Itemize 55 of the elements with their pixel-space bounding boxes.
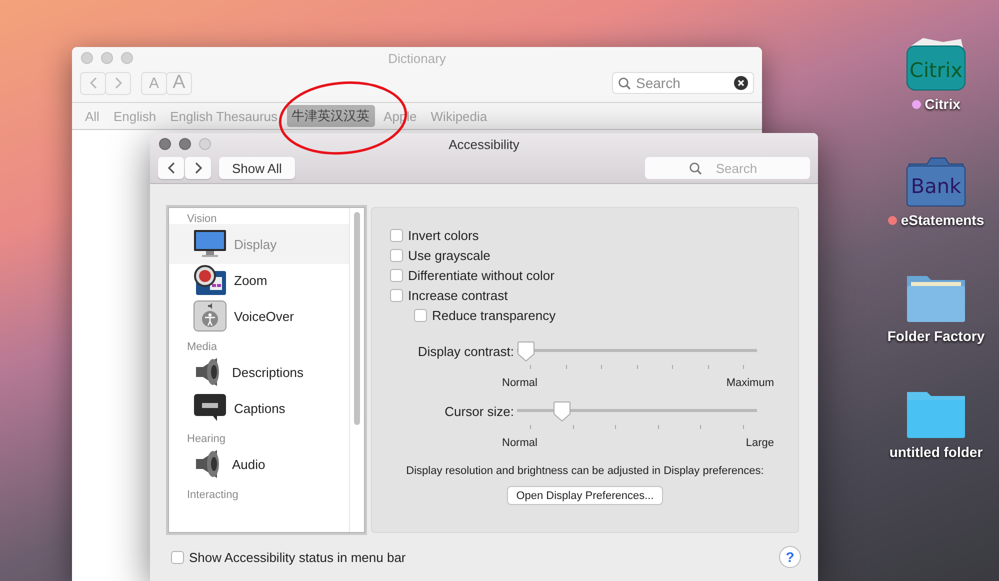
checkbox-label: Increase contrast (408, 288, 508, 302)
source-tab[interactable]: English (108, 106, 162, 126)
window-title: Accessibility (448, 136, 520, 152)
slider-label: Display contrast: (416, 344, 514, 359)
checkbox[interactable] (414, 308, 427, 322)
checkbox-label: Use grayscale (408, 248, 490, 262)
search-icon (618, 77, 631, 90)
checkbox-label: Reduce transparency (432, 308, 556, 322)
sidebar-item[interactable]: Display (169, 224, 349, 264)
checkbox[interactable] (171, 550, 184, 564)
search-field[interactable]: Search (612, 72, 754, 94)
search-field[interactable]: Search (645, 157, 810, 179)
checkbox-label: Show Accessibility status in menu bar (189, 550, 406, 564)
info-text: Display resolution and brightness can be adjusted in Display preferences: (405, 465, 765, 477)
slider-thumb[interactable] (517, 341, 535, 362)
sidebar-heading: Interacting (186, 488, 240, 503)
open-preferences-button[interactable]: Open Display Preferences... (507, 486, 663, 505)
help-button[interactable]: ? (779, 546, 801, 568)
window-control[interactable] (179, 138, 191, 150)
slider-max-label: Maximum (726, 377, 774, 389)
magnifier-icon (193, 264, 227, 296)
scrollbar-thumb[interactable] (354, 212, 360, 425)
desktop-item-label[interactable]: eStatements (900, 212, 984, 228)
checkbox[interactable] (390, 228, 403, 242)
monitor-icon (193, 229, 227, 259)
checkbox-label: Differentiate without color (408, 268, 554, 282)
checkbox[interactable] (390, 288, 403, 302)
sidebar-item[interactable]: Audio (169, 444, 349, 484)
search-icon (689, 162, 702, 175)
slider-min-label: Normal (502, 377, 538, 389)
window-control[interactable] (159, 138, 171, 150)
slider-label: Cursor size: (444, 404, 514, 419)
window-title: Dictionary (388, 50, 446, 66)
back-button[interactable] (158, 157, 184, 179)
icon-text: Bank (910, 174, 962, 198)
source-tab[interactable]: All (80, 106, 104, 126)
clear-icon[interactable] (734, 76, 748, 90)
desktop-item-label[interactable]: untitled folder (889, 444, 983, 460)
desktop-item-label[interactable]: Folder Factory (887, 328, 985, 344)
sidebar-heading: Hearing (186, 432, 227, 447)
show-all-button[interactable]: Show All (219, 157, 295, 179)
source-tab[interactable]: English Thesaurus (165, 106, 283, 126)
slider-min-label: Normal (502, 437, 538, 449)
icon-text: Citrix (910, 58, 962, 82)
source-tab[interactable]: 牛津英汉汉英 (286, 105, 375, 127)
checkbox-label: Invert colors (408, 228, 479, 242)
accessibility-person-icon (193, 300, 227, 332)
sidebar-heading: Media (186, 340, 218, 355)
checkbox[interactable] (390, 268, 403, 282)
forward-button[interactable] (185, 157, 211, 179)
sidebar-heading: Vision (186, 212, 218, 227)
slider-thumb[interactable] (552, 401, 571, 422)
desktop-item-label[interactable]: Citrix (924, 96, 960, 112)
slider-max-label: Large (746, 437, 774, 449)
checkbox[interactable] (390, 248, 403, 262)
